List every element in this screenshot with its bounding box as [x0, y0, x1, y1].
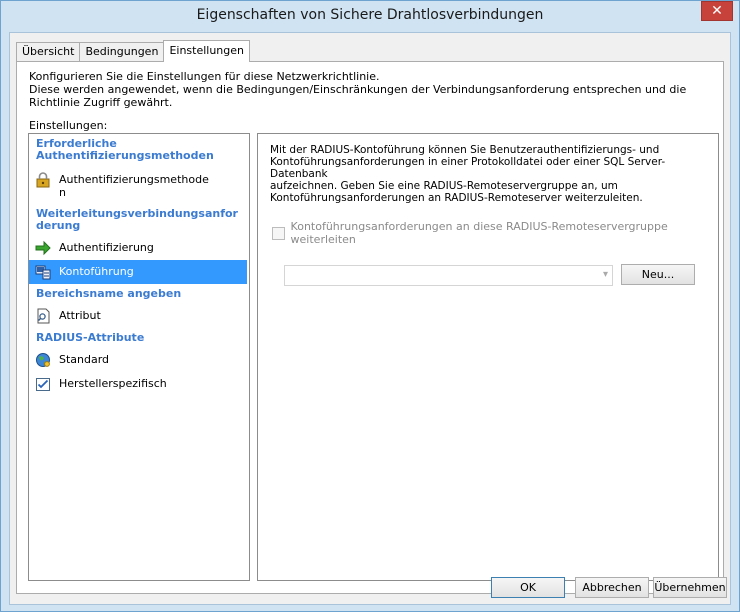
category-label: Authentifizierungsmethoden [36, 149, 214, 162]
nav-label-line: Authentifizierungsmethode [59, 173, 209, 186]
forward-accounting-label: Kontoführungsanforderungen an diese RADI… [290, 220, 668, 246]
settings-nav-panel: Erforderliche Authentifizierungsmethoden… [28, 133, 250, 581]
accounting-icon [35, 265, 51, 280]
dialog-window: Eigenschaften von Sichere Drahtlosverbin… [0, 0, 740, 612]
close-button[interactable]: ✕ [701, 1, 733, 21]
forward-accounting-checkbox[interactable] [272, 226, 285, 240]
description-line-2: Diese werden angewendet, wenn die Beding… [29, 83, 687, 109]
description-line-1: Konfigurieren Sie die Einstellungen für … [29, 70, 380, 83]
globe-icon [36, 353, 50, 367]
category-label: RADIUS-Attribute [36, 331, 145, 344]
green-arrow-icon [35, 240, 51, 256]
info-line: aufzeichnen. Geben Sie eine RADIUS-Remot… [270, 180, 618, 192]
nav-item-label: Attribut [59, 309, 101, 322]
remote-server-group-combo[interactable]: ▾ [284, 265, 613, 286]
category-forwarding: Weiterleitungsverbindungsanfor derung [36, 208, 238, 232]
description: Konfigurieren Sie die Einstellungen für … [29, 70, 723, 109]
nav-item-label: Standard [59, 353, 110, 366]
category-realm-name: Bereichsname angeben [36, 288, 181, 300]
new-button[interactable]: Neu... [621, 264, 695, 285]
nav-item-label: Herstellerspezifisch [59, 377, 167, 390]
chevron-down-icon[interactable]: ▾ [603, 269, 608, 280]
nav-item-label: Authentifizierungsmethode n [59, 173, 209, 199]
nav-item-label: Authentifizierung [59, 241, 154, 254]
category-radius-attributes: RADIUS-Attribute [36, 332, 144, 344]
settings-label: Einstellungen: [29, 119, 108, 132]
info-line: Kontoführungsanforderungen an RADIUS-Rem… [270, 192, 643, 204]
title-bar[interactable]: Eigenschaften von Sichere Drahtlosverbin… [1, 1, 739, 33]
checklist-icon [36, 378, 50, 391]
nav-item-authentication[interactable]: Authentifizierung [29, 236, 247, 260]
document-search-icon [37, 308, 50, 324]
accounting-settings-panel: Mit der RADIUS-Kontoführung können Sie B… [257, 133, 719, 581]
nav-item-accounting[interactable]: Kontoführung [29, 260, 247, 284]
cancel-button[interactable]: Abbrechen [575, 577, 649, 598]
nav-label-line: n [59, 186, 66, 199]
category-label: Bereichsname angeben [36, 287, 182, 300]
nav-item-standard[interactable]: Standard [29, 348, 247, 372]
tab-strip: Übersicht Bedingungen Einstellungen [16, 40, 251, 62]
nav-item-vendor-specific[interactable]: Herstellerspezifisch [29, 372, 247, 396]
lock-icon [36, 172, 50, 188]
info-line: Mit der RADIUS-Kontoführung können Sie B… [270, 144, 660, 156]
category-label: derung [36, 219, 81, 232]
tab-bedingungen[interactable]: Bedingungen [79, 42, 165, 62]
category-required-auth-methods: Erforderliche Authentifizierungsmethoden [36, 138, 214, 162]
nav-item-auth-methods[interactable]: Authentifizierungsmethode n [29, 168, 247, 202]
dialog-client: Übersicht Bedingungen Einstellungen Konf… [9, 32, 731, 605]
apply-button[interactable]: Übernehmen [653, 577, 727, 598]
nav-item-attribute[interactable]: Attribut [29, 304, 247, 328]
ok-button[interactable]: OK [491, 577, 565, 598]
window-title: Eigenschaften von Sichere Drahtlosverbin… [196, 7, 544, 23]
tab-uebersicht[interactable]: Übersicht [16, 42, 81, 62]
tab-page-einstellungen: Konfigurieren Sie die Einstellungen für … [16, 61, 724, 594]
forward-accounting-checkbox-row[interactable]: Kontoführungsanforderungen an diese RADI… [272, 220, 718, 246]
accounting-info-text: Mit der RADIUS-Kontoführung können Sie B… [270, 144, 690, 204]
info-line: Kontoführungsanforderungen in einer Prot… [270, 156, 666, 180]
tab-einstellungen[interactable]: Einstellungen [163, 40, 251, 62]
nav-item-label: Kontoführung [59, 265, 134, 278]
